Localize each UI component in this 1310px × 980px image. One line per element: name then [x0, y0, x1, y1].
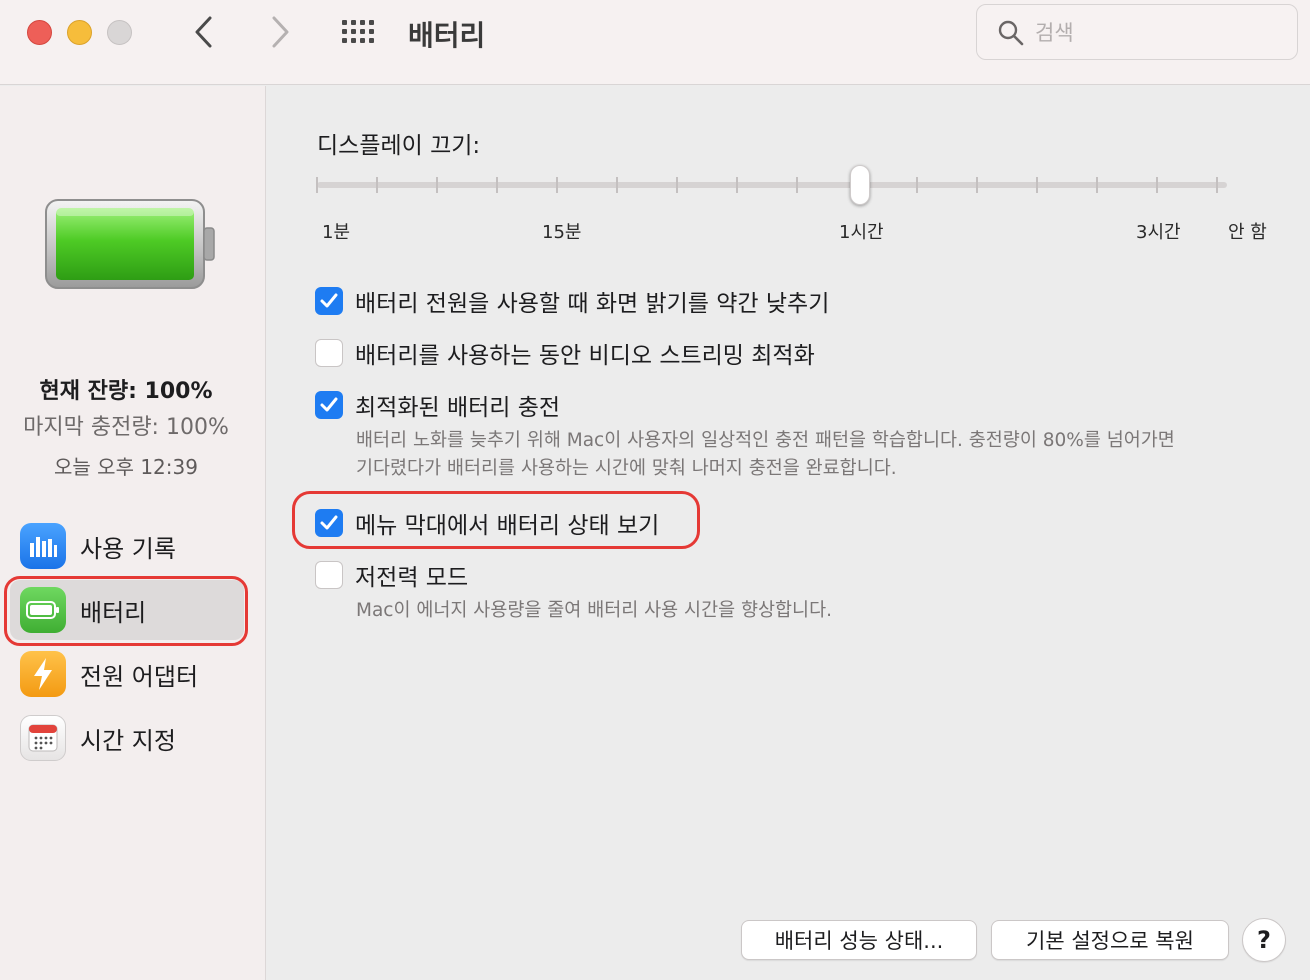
- close-window-button[interactable]: [27, 20, 52, 45]
- checkbox-checked[interactable]: [315, 287, 343, 315]
- search-input[interactable]: [1035, 17, 1275, 49]
- option-dim-display[interactable]: 배터리 전원을 사용할 때 화면 밝기를 약간 낮추기: [315, 284, 829, 318]
- slider-tick: [916, 177, 918, 193]
- slider-label-1min: 1분: [322, 222, 351, 243]
- display-sleep-title: 디스플레이 끄기:: [317, 133, 481, 159]
- sidebar-item-schedule[interactable]: 시간 지정: [10, 708, 244, 768]
- sidebar-item-label: 전원 어댑터: [80, 662, 199, 691]
- show-all-button[interactable]: [340, 16, 380, 48]
- current-charge-text: 현재 잔량: 100%: [39, 379, 213, 404]
- sidebar-item-power-adapter[interactable]: 전원 어댑터: [10, 644, 244, 704]
- minimize-window-button[interactable]: [67, 20, 92, 45]
- slider-label-1hour: 1시간: [839, 222, 884, 243]
- chevron-right-icon: [272, 16, 289, 48]
- slider-label-never: 안 함: [1228, 222, 1267, 243]
- forward-button[interactable]: [262, 14, 298, 50]
- chevron-left-icon: [195, 16, 212, 48]
- option-low-power-mode[interactable]: 저전력 모드: [315, 558, 468, 592]
- option-optimized-charging[interactable]: 최적화된 배터리 충전: [315, 388, 560, 422]
- checkbox-unchecked[interactable]: [315, 561, 343, 589]
- bar-chart-icon: [20, 523, 66, 569]
- last-charge-text: 마지막 충전량: 100%: [23, 415, 229, 440]
- window-title: 배터리: [408, 19, 486, 52]
- option-label: 최적화된 배터리 충전: [355, 395, 561, 421]
- checkbox-checked[interactable]: [315, 509, 343, 537]
- grid-icon: [342, 20, 374, 43]
- back-button[interactable]: [186, 14, 222, 50]
- battery-level-icon: [45, 199, 215, 289]
- slider-tick: [436, 177, 438, 193]
- sidebar-item-label: 배터리: [80, 598, 147, 627]
- slider-tick: [976, 177, 978, 193]
- help-button[interactable]: ?: [1242, 918, 1286, 962]
- optimized-charging-description: 배터리 노화를 늦추기 위해 Mac이 사용자의 일상적인 충전 패턴을 학습합…: [356, 430, 1175, 479]
- sidebar-item-battery[interactable]: 배터리: [10, 580, 244, 640]
- slider-tick: [1096, 177, 1098, 193]
- slider-knob[interactable]: [850, 165, 870, 205]
- option-label: 배터리 전원을 사용할 때 화면 밝기를 약간 낮추기: [355, 291, 830, 317]
- checkmark-icon: [320, 515, 338, 530]
- slider-tick: [1036, 177, 1038, 193]
- slider-label-15min: 15분: [542, 222, 582, 243]
- low-power-mode-description: Mac이 에너지 사용량을 줄여 배터리 사용 시간을 향상합니다.: [356, 600, 832, 621]
- option-label: 저전력 모드: [355, 565, 469, 591]
- slider-tick: [376, 177, 378, 193]
- zoom-window-button[interactable]: [107, 20, 132, 45]
- checkbox-checked[interactable]: [315, 391, 343, 419]
- restore-defaults-button[interactable]: 기본 설정으로 복원: [991, 920, 1229, 960]
- slider-tick: [496, 177, 498, 193]
- slider-tick: [736, 177, 738, 193]
- checkmark-icon: [320, 293, 338, 308]
- option-show-in-menu-bar[interactable]: 메뉴 막대에서 배터리 상태 보기: [315, 506, 659, 540]
- option-label: 배터리를 사용하는 동안 비디오 스트리밍 최적화: [355, 343, 815, 369]
- calendar-icon: [20, 715, 66, 761]
- main-panel: 디스플레이 끄기: 1분 15분 1시간 3시간 안 함 배터리 전원을 사용할…: [267, 86, 1310, 980]
- option-label: 메뉴 막대에서 배터리 상태 보기: [355, 513, 660, 539]
- slider-tick: [796, 177, 798, 193]
- sidebar-item-label: 사용 기록: [80, 534, 176, 563]
- slider-tick: [1216, 177, 1218, 193]
- last-charge-time: 오늘 오후 12:39: [54, 455, 198, 479]
- sidebar-item-usage-history[interactable]: 사용 기록: [10, 516, 244, 576]
- display-sleep-slider[interactable]: [317, 182, 1227, 188]
- lightning-icon: [20, 651, 66, 697]
- checkbox-unchecked[interactable]: [315, 339, 343, 367]
- slider-tick: [316, 177, 318, 193]
- search-icon: [998, 20, 1024, 46]
- slider-tick: [676, 177, 678, 193]
- battery-icon: [20, 587, 66, 633]
- slider-tick: [556, 177, 558, 193]
- checkmark-icon: [320, 397, 338, 412]
- slider-tick: [616, 177, 618, 193]
- slider-label-3hours: 3시간: [1136, 222, 1181, 243]
- sidebar: 현재 잔량: 100% 마지막 충전량: 100% 오늘 오후 12:39 사용…: [0, 86, 266, 980]
- search-field[interactable]: [976, 4, 1298, 60]
- slider-tick: [1156, 177, 1158, 193]
- option-optimize-video-streaming[interactable]: 배터리를 사용하는 동안 비디오 스트리밍 최적화: [315, 336, 815, 370]
- title-bar: 배터리: [0, 0, 1310, 85]
- sidebar-item-label: 시간 지정: [80, 726, 176, 755]
- battery-health-button[interactable]: 배터리 성능 상태...: [741, 920, 977, 960]
